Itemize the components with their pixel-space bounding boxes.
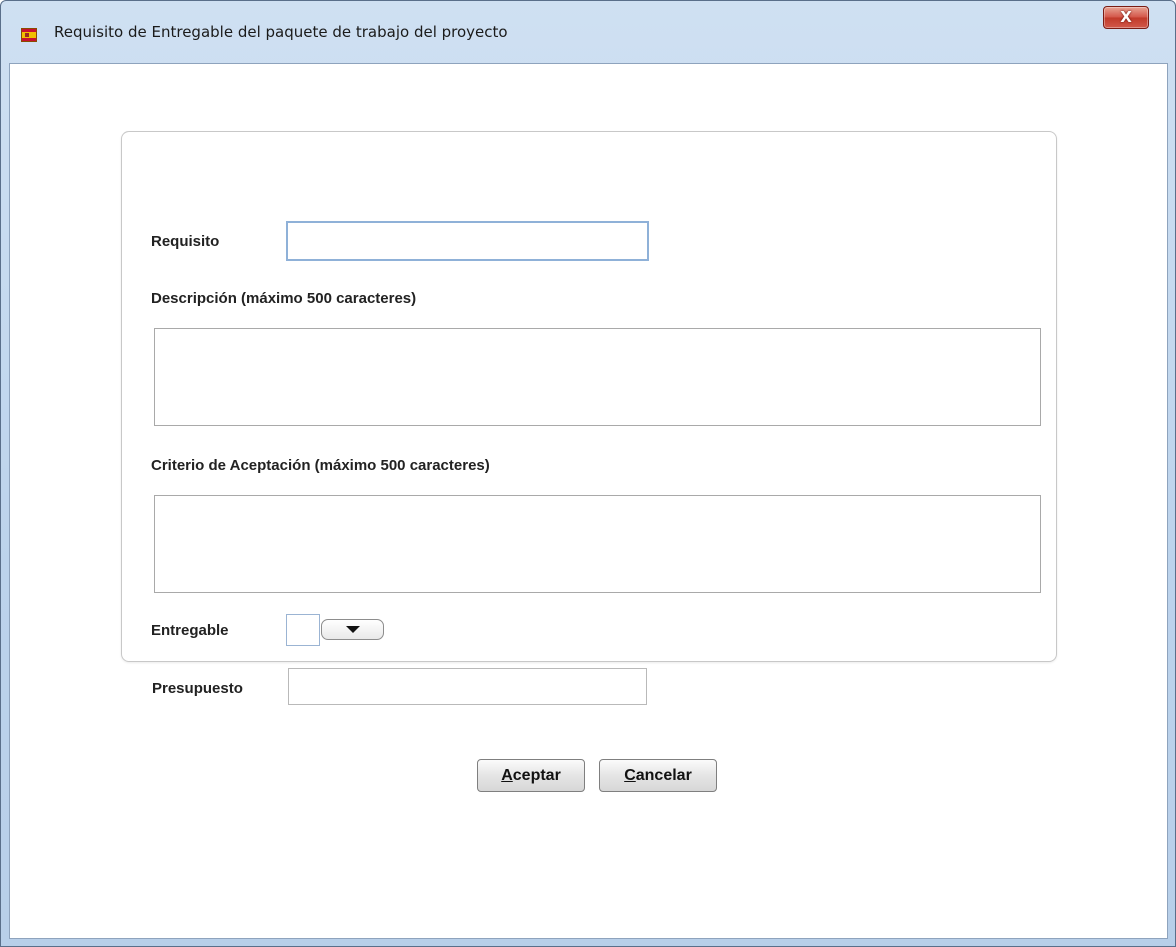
- cancelar-mnemonic: C: [624, 767, 636, 784]
- presupuesto-label: Presupuesto: [152, 680, 243, 697]
- aceptar-mnemonic: A: [501, 767, 513, 784]
- entregable-combo[interactable]: [286, 614, 320, 646]
- cancelar-label-rest: ancelar: [635, 767, 692, 784]
- dialog-window: Requisito de Entregable del paquete de t…: [0, 0, 1176, 947]
- aceptar-button[interactable]: Aceptar: [477, 759, 585, 792]
- criterio-textarea[interactable]: [154, 495, 1041, 593]
- cancelar-button[interactable]: Cancelar: [599, 759, 717, 792]
- criterio-label: Criterio de Aceptación (máximo 500 carac…: [151, 457, 490, 474]
- descripcion-textarea[interactable]: [154, 328, 1041, 426]
- window-title: Requisito de Entregable del paquete de t…: [54, 23, 508, 41]
- requisito-label: Requisito: [151, 233, 220, 250]
- entregable-dropdown-button[interactable]: [321, 619, 384, 640]
- descripcion-label: Descripción (máximo 500 caracteres): [151, 290, 417, 307]
- title-bar[interactable]: Requisito de Entregable del paquete de t…: [1, 1, 1175, 63]
- spain-flag-icon: [21, 28, 37, 42]
- aceptar-label-rest: ceptar: [512, 767, 561, 784]
- presupuesto-input[interactable]: [288, 668, 647, 705]
- close-icon: X: [1120, 8, 1132, 26]
- close-button[interactable]: X: [1103, 6, 1149, 29]
- requisito-input[interactable]: [286, 221, 649, 261]
- entregable-label: Entregable: [151, 622, 229, 639]
